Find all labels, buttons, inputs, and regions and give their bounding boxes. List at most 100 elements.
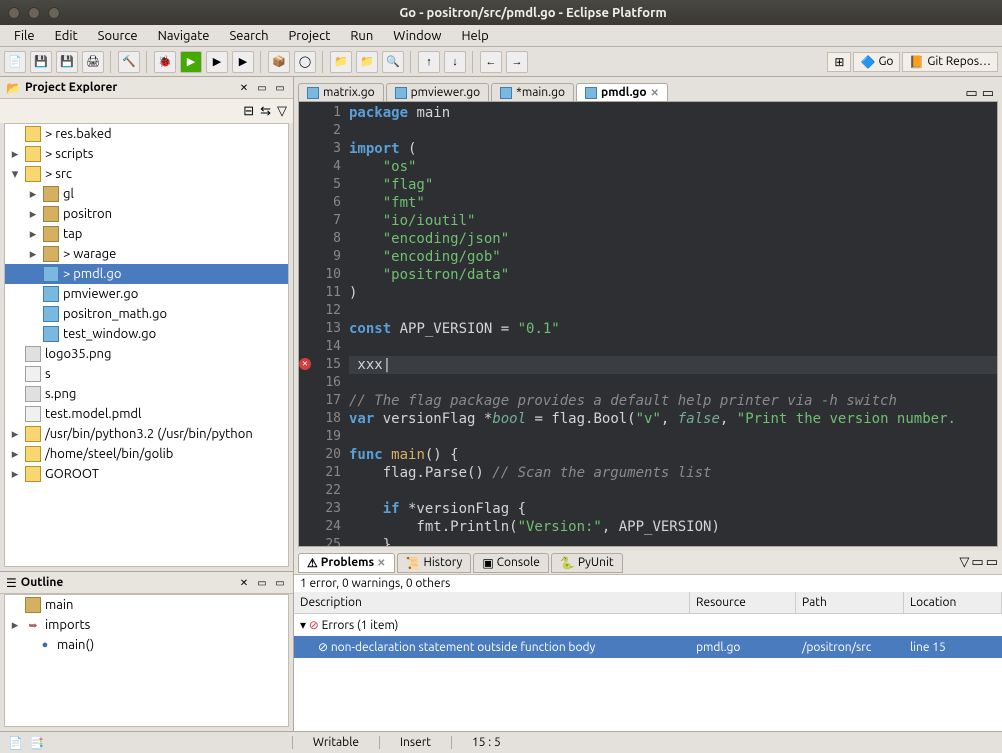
save-button[interactable]: 💾 xyxy=(30,51,52,73)
tree-item[interactable]: ▸/home/steel/bin/golib xyxy=(5,444,288,464)
problems-group-row[interactable]: ▾ ⊘ Errors (1 item) xyxy=(294,614,1002,636)
edit-menu[interactable]: Edit xyxy=(47,27,86,45)
new-type-button[interactable]: ◯ xyxy=(294,51,316,73)
view-close-button[interactable]: ✕ xyxy=(237,81,251,95)
new-button[interactable]: 📄 xyxy=(4,51,26,73)
print-button[interactable]: 🖨 xyxy=(82,51,104,73)
perspective-open-button[interactable]: ⊞ xyxy=(827,52,851,72)
error-marker-icon[interactable]: ✕ xyxy=(299,358,311,370)
tree-item[interactable]: ▸GOROOT xyxy=(5,464,288,484)
problems-table[interactable]: Description Resource Path Location ▾ ⊘ E… xyxy=(294,592,1002,731)
expand-arrow-icon[interactable]: ▸ xyxy=(27,207,39,222)
tree-item[interactable]: ▸positron xyxy=(5,204,288,224)
expand-arrow-icon[interactable]: ▸ xyxy=(9,427,21,442)
expand-arrow-icon[interactable]: ▸ xyxy=(9,147,21,162)
collapse-all-button[interactable]: ⊟ xyxy=(243,104,254,119)
new-package-button[interactable]: 📦 xyxy=(268,51,290,73)
tree-item[interactable]: ▸> scripts xyxy=(5,144,288,164)
line-number-gutter[interactable]: 123456789101112131415✕161718192021222324… xyxy=(313,102,345,546)
bottom-menu-button[interactable]: ▽ xyxy=(959,555,969,570)
outline-min-button[interactable]: ▭ xyxy=(255,576,269,590)
save-all-button[interactable]: 💾 xyxy=(56,51,78,73)
search-button[interactable]: 🔍 xyxy=(382,51,404,73)
coverage-button[interactable]: ▶ xyxy=(206,51,228,73)
problem-item-row[interactable]: ⊘ non-declaration statement outside func… xyxy=(294,636,1002,658)
gofile-icon xyxy=(585,87,597,99)
tree-item[interactable]: ▸tap xyxy=(5,224,288,244)
problems-tab[interactable]: ⚠Problems✕ xyxy=(298,553,395,573)
search-menu[interactable]: Search xyxy=(221,27,276,45)
bottom-max-button[interactable]: ▭ xyxy=(986,555,998,570)
pyunit-tab[interactable]: 🐍PyUnit xyxy=(551,553,623,573)
tree-item[interactable]: positron_math.go xyxy=(5,304,288,324)
close-window-button[interactable] xyxy=(8,7,20,19)
status-icon-1[interactable]: 📄 xyxy=(8,736,23,750)
expand-arrow-icon[interactable]: ▸ xyxy=(27,187,39,202)
console-tab[interactable]: ▣Console xyxy=(473,553,549,573)
history-tab[interactable]: 📜History xyxy=(397,553,472,573)
annotation-next-button[interactable]: ↓ xyxy=(444,51,466,73)
tree-item[interactable]: > pmdl.go xyxy=(5,264,288,284)
run-menu[interactable]: Run xyxy=(342,27,381,45)
outline-max-button[interactable]: ▭ xyxy=(273,576,287,590)
expand-arrow-icon[interactable]: ▸ xyxy=(9,447,21,462)
source-menu[interactable]: Source xyxy=(90,27,146,45)
project-explorer-tree[interactable]: > res.baked▸> scripts▾> src▸gl▸positron▸… xyxy=(4,123,289,567)
maximize-window-button[interactable] xyxy=(48,7,60,19)
tree-item[interactable]: ▸gl xyxy=(5,184,288,204)
gofile-icon xyxy=(43,286,59,302)
editor-tab-main[interactable]: *main.go xyxy=(491,83,574,101)
tree-item[interactable]: s xyxy=(5,364,288,384)
status-icon-2[interactable]: 📑 xyxy=(29,736,44,750)
navigate-menu[interactable]: Navigate xyxy=(150,27,218,45)
ext-tools-button[interactable]: ▶ xyxy=(232,51,254,73)
view-maximize-button[interactable]: ▭ xyxy=(273,81,287,95)
back-button[interactable]: ← xyxy=(480,51,502,73)
editor-minimize-button[interactable]: ▭ xyxy=(965,86,977,101)
tree-item[interactable]: ▾> src xyxy=(5,164,288,184)
build-button[interactable]: 🔨 xyxy=(118,51,140,73)
code-editor[interactable]: 123456789101112131415✕161718192021222324… xyxy=(298,101,998,547)
expand-arrow-icon[interactable]: ▸ xyxy=(27,247,39,262)
outline-item[interactable]: ▸➥imports xyxy=(5,615,288,635)
open-type-button[interactable]: 📁 xyxy=(330,51,352,73)
file-menu[interactable]: File xyxy=(6,27,43,45)
outline-tree[interactable]: main ▸➥imports ●main() xyxy=(4,594,289,727)
run-button[interactable]: ▶ xyxy=(180,51,202,73)
tree-item[interactable]: test.model.pmdl xyxy=(5,404,288,424)
close-tab-button[interactable]: ✕ xyxy=(651,87,659,99)
tree-item[interactable]: ▸> warage xyxy=(5,244,288,264)
window-menu[interactable]: Window xyxy=(385,27,449,45)
view-menu-button[interactable]: ▽ xyxy=(277,104,287,119)
expand-arrow-icon[interactable]: ▸ xyxy=(27,227,39,242)
tree-item[interactable]: test_window.go xyxy=(5,324,288,344)
editor-tab-pmviewer[interactable]: pmviewer.go xyxy=(386,83,490,101)
view-minimize-button[interactable]: ▭ xyxy=(255,81,269,95)
editor-tab-pmdl[interactable]: pmdl.go✕ xyxy=(576,83,668,101)
tree-item[interactable]: pmviewer.go xyxy=(5,284,288,304)
debug-button[interactable]: 🐞 xyxy=(154,51,176,73)
editor-tab-matrix[interactable]: matrix.go xyxy=(298,83,384,101)
annotation-prev-button[interactable]: ↑ xyxy=(418,51,440,73)
bottom-min-button[interactable]: ▭ xyxy=(971,555,983,570)
outline-item[interactable]: main xyxy=(5,595,288,615)
project-menu[interactable]: Project xyxy=(281,27,339,45)
open-task-button[interactable]: 📁 xyxy=(356,51,378,73)
editor-maximize-button[interactable]: ▭ xyxy=(982,86,994,101)
tree-item[interactable]: s.png xyxy=(5,384,288,404)
tree-item[interactable]: ▸/usr/bin/python3.2 (/usr/bin/python xyxy=(5,424,288,444)
outline-item[interactable]: ●main() xyxy=(5,635,288,655)
help-menu[interactable]: Help xyxy=(453,27,496,45)
git-perspective-button[interactable]: 📙Git Repos… xyxy=(902,52,998,72)
link-editor-button[interactable]: ⇆ xyxy=(260,104,271,119)
tree-item[interactable]: > res.baked xyxy=(5,124,288,144)
expand-arrow-icon[interactable]: ▸ xyxy=(9,467,21,482)
go-perspective-button[interactable]: 🔷Go xyxy=(853,52,900,72)
tree-item[interactable]: logo35.png xyxy=(5,344,288,364)
outline-close-button[interactable]: ✕ xyxy=(237,576,251,590)
minimize-window-button[interactable] xyxy=(28,7,40,19)
expand-arrow-icon[interactable]: ▾ xyxy=(9,167,21,182)
close-button[interactable]: ✕ xyxy=(377,557,385,569)
chevron-down-icon: ▾ xyxy=(300,619,306,632)
forward-button[interactable]: → xyxy=(506,51,528,73)
